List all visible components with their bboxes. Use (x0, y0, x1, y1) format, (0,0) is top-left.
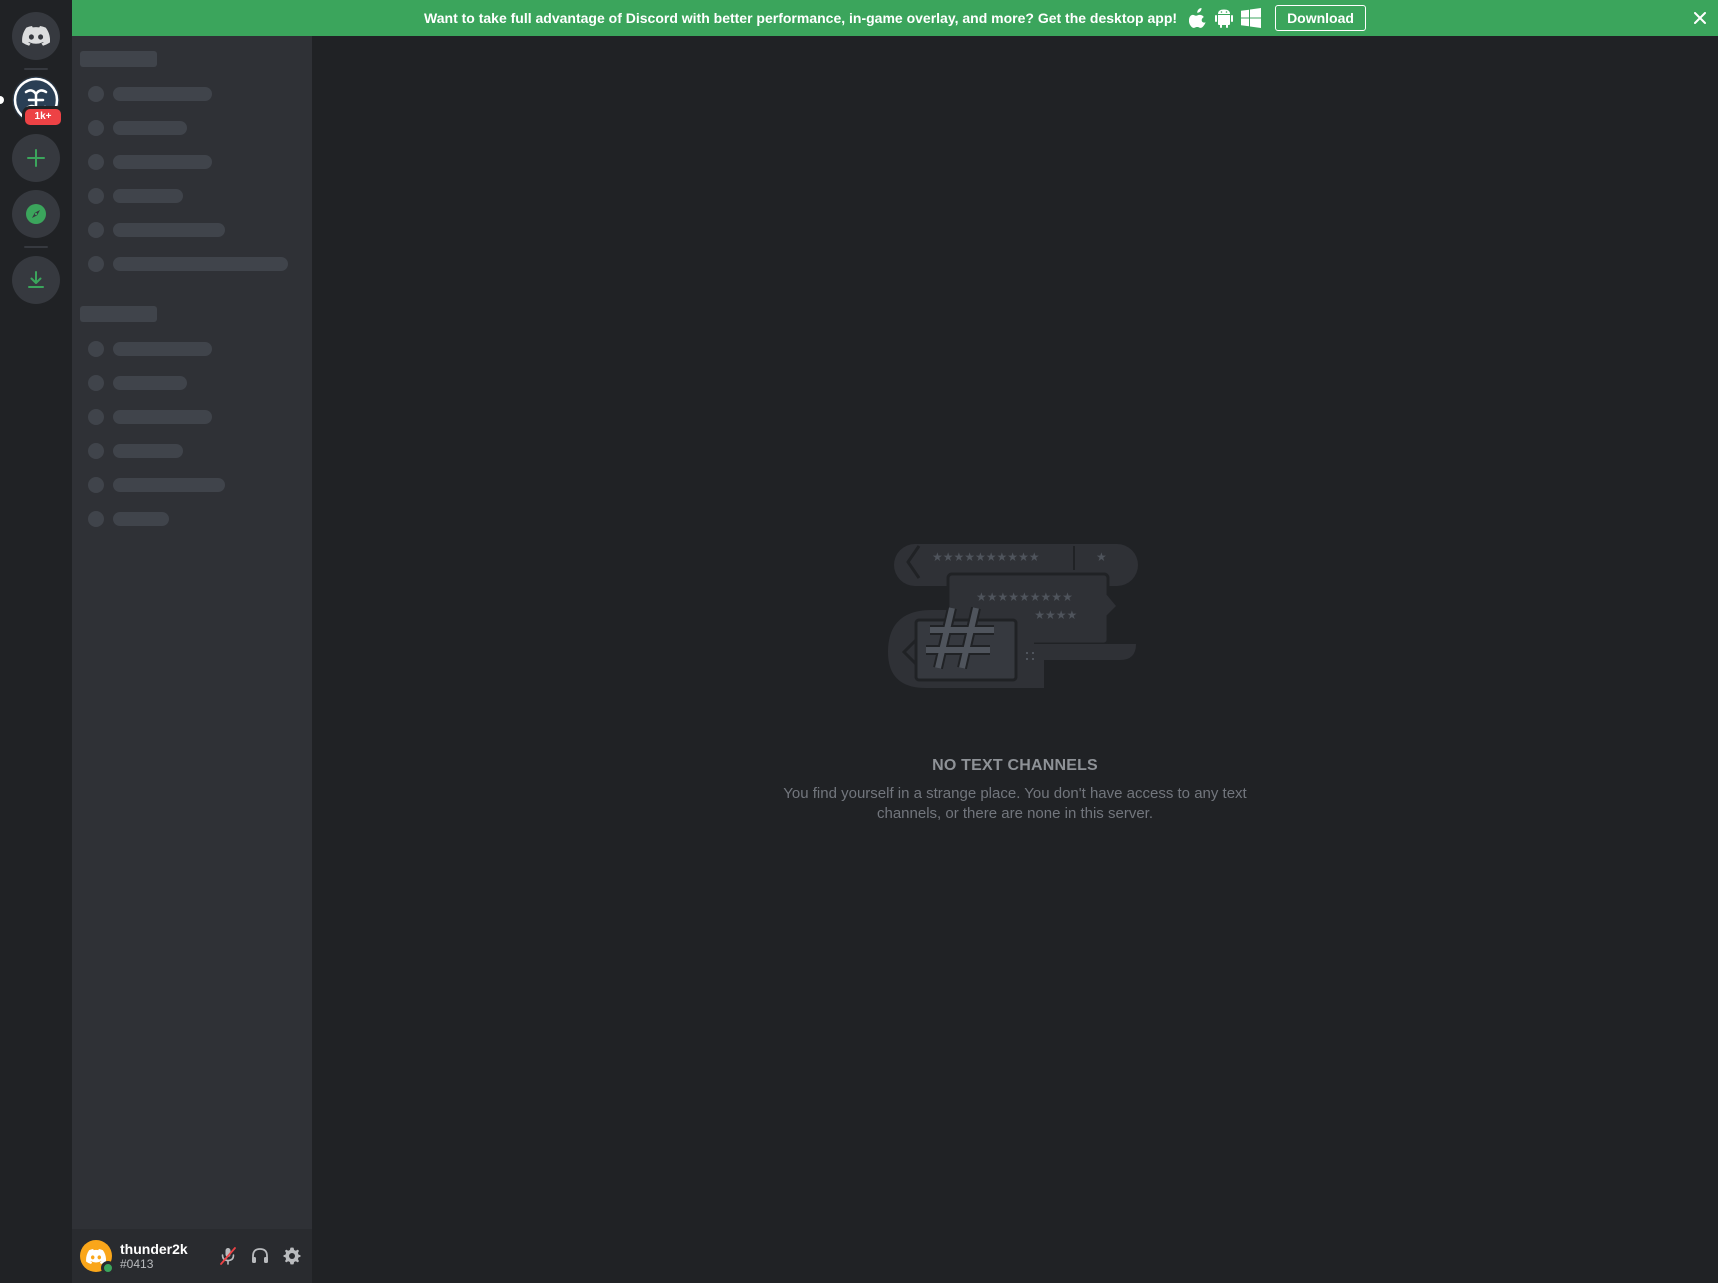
svg-text:★: ★ (1096, 550, 1107, 564)
headphones-icon (252, 1248, 268, 1263)
server-icon[interactable]: 1k+ (12, 76, 64, 128)
avatar[interactable] (80, 1240, 115, 1275)
skeleton-channel (88, 409, 212, 425)
compass-icon (26, 204, 46, 224)
explore-servers-button[interactable] (12, 190, 60, 238)
skeleton-channel (88, 341, 212, 357)
gear-icon (283, 1247, 301, 1265)
deafen-button[interactable] (244, 1240, 276, 1272)
banner-close-button[interactable] (1692, 10, 1708, 26)
microphone-muted-icon (220, 1247, 236, 1265)
skeleton-channel (88, 375, 187, 391)
close-icon (1694, 12, 1706, 24)
user-panel: thunder2k #0413 (72, 1229, 312, 1283)
main-content: ★★★★★★★★★★ ★ ★★★★★★★★★ ★★★★★★★ NO TEXT C… (312, 36, 1718, 1283)
discord-logo-icon (22, 26, 50, 46)
home-button[interactable] (12, 12, 60, 60)
no-channels-illustration: ★★★★★★★★★★ ★ ★★★★★★★★★ ★★★★★★★ (888, 544, 1138, 688)
user-settings-button[interactable] (276, 1240, 308, 1272)
download-icon (28, 271, 44, 288)
online-status-indicator (101, 1261, 115, 1275)
skeleton-category (80, 306, 157, 322)
server-rail: 1k+ (0, 0, 72, 1283)
empty-state-title: NO TEXT CHANNELS (932, 757, 1098, 774)
download-apps-button[interactable] (12, 256, 60, 304)
skeleton-channel (88, 86, 212, 102)
skeleton-channel (88, 256, 288, 272)
download-banner: Want to take full advantage of Discord w… (72, 0, 1718, 36)
channel-sidebar (72, 36, 312, 1283)
rail-separator (24, 68, 48, 70)
discriminator: #0413 (120, 1257, 154, 1271)
svg-text:★★★★★★★★★★: ★★★★★★★★★★ (932, 550, 1040, 564)
svg-text:★★★★★★★★★: ★★★★★★★★★ (976, 590, 1073, 604)
apple-icon[interactable] (1189, 8, 1207, 28)
empty-state-description: You find yourself in a strange place. Yo… (783, 785, 1247, 822)
skeleton-channel (88, 477, 225, 493)
discord-logo-icon (86, 1248, 106, 1264)
windows-icon[interactable] (1241, 8, 1262, 28)
skeleton-channel (88, 511, 169, 527)
user-info[interactable]: thunder2k #0413 (120, 1241, 212, 1271)
platform-icons (1189, 8, 1269, 28)
skeleton-channel (88, 120, 187, 136)
android-icon[interactable] (1215, 8, 1234, 28)
username: thunder2k (120, 1241, 188, 1257)
skeleton-category (80, 51, 157, 67)
selected-server-pill (0, 96, 4, 104)
download-button[interactable]: Download (1275, 5, 1366, 31)
mute-button[interactable] (212, 1240, 244, 1272)
skeleton-channel (88, 188, 183, 204)
rail-separator (24, 246, 48, 248)
skeleton-channel (88, 154, 212, 170)
skeleton-channel (88, 222, 225, 238)
add-server-button[interactable] (12, 134, 60, 182)
mention-badge: 1k+ (22, 106, 64, 128)
skeleton-channel (88, 443, 183, 459)
plus-icon (27, 149, 45, 167)
banner-message: Want to take full advantage of Discord w… (424, 10, 1178, 26)
